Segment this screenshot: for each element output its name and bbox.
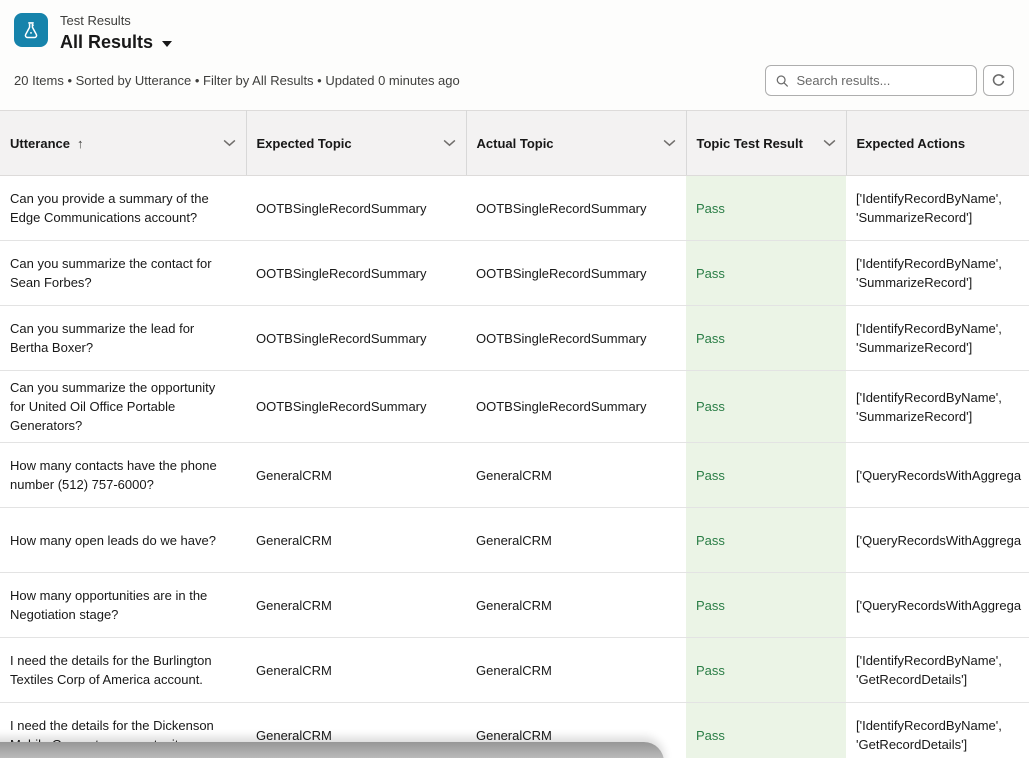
expected-topic-cell: GeneralCRM	[256, 466, 456, 485]
column-label: Utterance	[10, 136, 70, 151]
expected-actions-cell: ['QueryRecordsWithAggrega	[856, 531, 1029, 550]
expected-actions-cell: ['QueryRecordsWithAggrega	[856, 596, 1029, 615]
column-label: Topic Test Result	[697, 136, 803, 151]
expected-actions-cell: ['QueryRecordsWithAggrega	[856, 466, 1029, 485]
actual-topic-cell: OOTBSingleRecordSummary	[476, 329, 676, 348]
column-label: Expected Actions	[857, 136, 966, 151]
utterance-cell: Can you summarize the lead for Bertha Bo…	[10, 319, 236, 357]
actual-topic-cell: GeneralCRM	[476, 466, 676, 485]
expected-topic-cell: OOTBSingleRecordSummary	[256, 264, 456, 283]
list-summary: 20 Items • Sorted by Utterance • Filter …	[14, 73, 460, 88]
column-header-expected-actions[interactable]: Expected Actions	[846, 111, 1029, 176]
table-row[interactable]: Can you summarize the contact for Sean F…	[0, 241, 1029, 306]
search-icon	[776, 74, 788, 88]
test-results-page: Test Results All Results 20 Items • Sort…	[0, 0, 1029, 758]
result-badge: Pass	[696, 726, 836, 745]
result-badge: Pass	[696, 329, 836, 348]
result-badge: Pass	[696, 531, 836, 550]
column-label: Actual Topic	[477, 136, 554, 151]
result-badge: Pass	[696, 264, 836, 283]
table-row[interactable]: I need the details for the Burlington Te…	[0, 638, 1029, 703]
column-header-topic-test-result[interactable]: Topic Test Result	[686, 111, 846, 176]
result-badge: Pass	[696, 661, 836, 680]
expected-topic-cell: OOTBSingleRecordSummary	[256, 397, 456, 416]
list-view-selector[interactable]: All Results	[60, 31, 172, 53]
expected-topic-cell: OOTBSingleRecordSummary	[256, 199, 456, 218]
overlapping-window-corner	[0, 742, 664, 758]
title-block: Test Results All Results	[60, 13, 172, 53]
sort-ascending-icon: ↑	[77, 136, 84, 151]
search-box[interactable]	[765, 65, 977, 96]
expected-actions-cell: ['IdentifyRecordByName', 'SummarizeRecor…	[856, 388, 1029, 426]
expected-topic-cell: GeneralCRM	[256, 596, 456, 615]
expected-topic-cell: GeneralCRM	[256, 531, 456, 550]
refresh-button[interactable]	[983, 65, 1014, 96]
utterance-cell: Can you summarize the opportunity for Un…	[10, 378, 236, 435]
expected-actions-cell: ['IdentifyRecordByName', 'SummarizeRecor…	[856, 319, 1029, 357]
table-row[interactable]: Can you provide a summary of the Edge Co…	[0, 176, 1029, 241]
table-row[interactable]: Can you summarize the lead for Bertha Bo…	[0, 306, 1029, 371]
entity-label: Test Results	[60, 13, 172, 29]
utterance-cell: How many open leads do we have?	[10, 531, 236, 550]
chevron-down-icon[interactable]	[215, 139, 236, 147]
results-table: Utterance ↑ Expected Topic	[0, 110, 1029, 758]
utterance-cell: Can you summarize the contact for Sean F…	[10, 254, 236, 292]
result-badge: Pass	[696, 466, 836, 485]
utterance-cell: How many opportunities are in the Negoti…	[10, 586, 236, 624]
chevron-down-icon[interactable]	[435, 139, 456, 147]
table-row[interactable]: How many open leads do we have? GeneralC…	[0, 508, 1029, 573]
actual-topic-cell: GeneralCRM	[476, 531, 676, 550]
expected-actions-cell: ['IdentifyRecordByName', 'GetRecordDetai…	[856, 716, 1029, 754]
chevron-down-icon[interactable]	[815, 139, 836, 147]
result-badge: Pass	[696, 199, 836, 218]
expected-actions-cell: ['IdentifyRecordByName', 'SummarizeRecor…	[856, 189, 1029, 227]
utterance-cell: Can you provide a summary of the Edge Co…	[10, 189, 236, 227]
result-badge: Pass	[696, 397, 836, 416]
table-row[interactable]: Can you summarize the opportunity for Un…	[0, 371, 1029, 443]
expected-actions-cell: ['IdentifyRecordByName', 'SummarizeRecor…	[856, 254, 1029, 292]
page-title: All Results	[60, 31, 153, 53]
toolbar-row: 20 Items • Sorted by Utterance • Filter …	[0, 53, 1029, 111]
utterance-cell: How many contacts have the phone number …	[10, 456, 236, 494]
flask-icon-glyph	[21, 20, 41, 40]
column-header-actual-topic[interactable]: Actual Topic	[466, 111, 686, 176]
column-header-utterance[interactable]: Utterance ↑	[0, 111, 246, 176]
result-badge: Pass	[696, 596, 836, 615]
page-header: Test Results All Results	[0, 0, 1029, 53]
table-row[interactable]: How many contacts have the phone number …	[0, 443, 1029, 508]
utterance-cell: I need the details for the Burlington Te…	[10, 651, 236, 689]
column-label: Expected Topic	[257, 136, 352, 151]
table-row[interactable]: How many opportunities are in the Negoti…	[0, 573, 1029, 638]
expected-topic-cell: OOTBSingleRecordSummary	[256, 329, 456, 348]
toolbar-controls	[765, 65, 1014, 96]
expected-actions-cell: ['IdentifyRecordByName', 'GetRecordDetai…	[856, 651, 1029, 689]
refresh-icon	[991, 73, 1006, 88]
flask-icon	[14, 13, 48, 47]
results-table-container: Utterance ↑ Expected Topic	[0, 110, 1029, 758]
actual-topic-cell: OOTBSingleRecordSummary	[476, 199, 676, 218]
actual-topic-cell: GeneralCRM	[476, 661, 676, 680]
chevron-down-icon[interactable]	[655, 139, 676, 147]
actual-topic-cell: OOTBSingleRecordSummary	[476, 264, 676, 283]
search-input[interactable]	[796, 73, 966, 88]
column-header-expected-topic[interactable]: Expected Topic	[246, 111, 466, 176]
caret-down-icon	[162, 41, 172, 47]
table-header-row: Utterance ↑ Expected Topic	[0, 111, 1029, 176]
expected-topic-cell: GeneralCRM	[256, 661, 456, 680]
actual-topic-cell: OOTBSingleRecordSummary	[476, 397, 676, 416]
actual-topic-cell: GeneralCRM	[476, 596, 676, 615]
